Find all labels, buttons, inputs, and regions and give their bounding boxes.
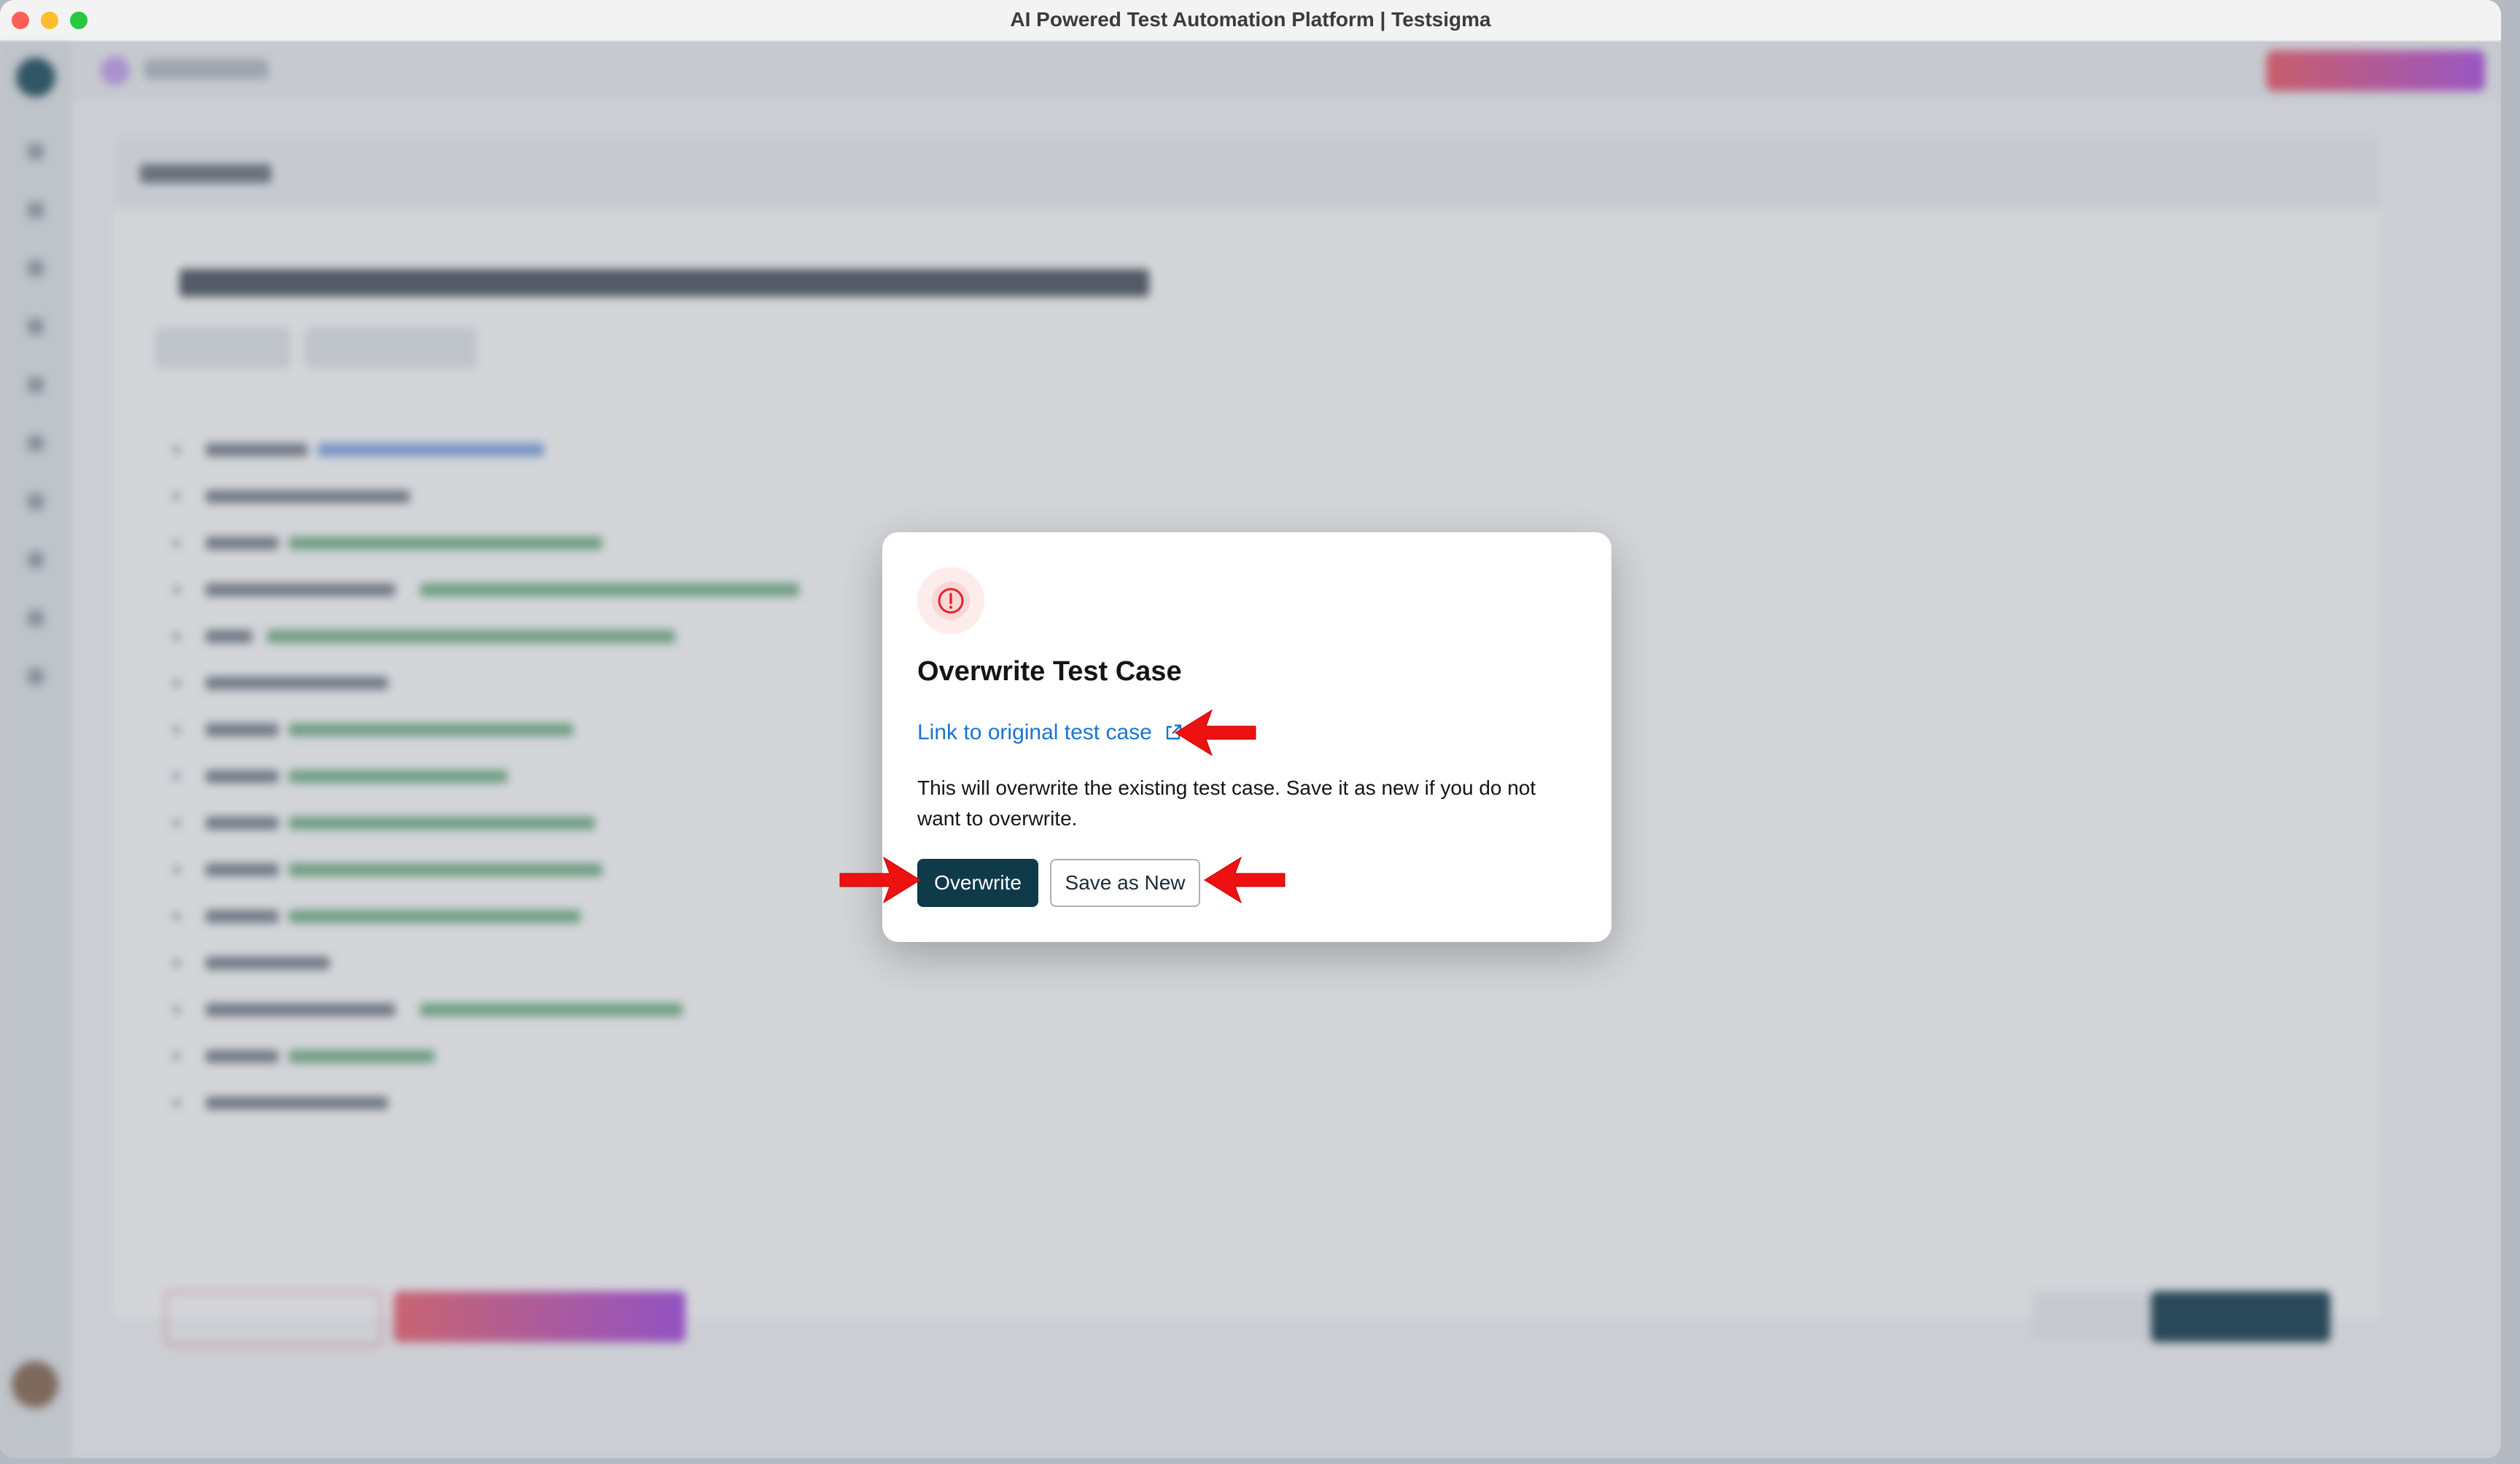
red-arrow-icon	[1175, 709, 1256, 757]
original-test-case-link-label: Link to original test case	[917, 720, 1152, 744]
title-bar: AI Powered Test Automation Platform | Te…	[0, 0, 2501, 42]
exclamation-circle-icon	[938, 588, 964, 614]
red-arrow-icon	[839, 856, 921, 904]
overwrite-button[interactable]: Overwrite	[917, 859, 1038, 907]
dialog-title: Overwrite Test Case	[917, 656, 1182, 687]
red-arrow-icon	[1204, 856, 1286, 904]
warning-badge	[917, 567, 984, 634]
app-window: AI Powered Test Automation Platform | Te…	[0, 0, 2501, 1458]
original-test-case-link[interactable]: Link to original test case	[917, 720, 1183, 745]
save-as-new-button[interactable]: Save as New	[1050, 859, 1200, 907]
dialog-message: This will overwrite the existing test ca…	[917, 776, 1536, 830]
window-title: AI Powered Test Automation Platform | Te…	[1010, 8, 1491, 31]
